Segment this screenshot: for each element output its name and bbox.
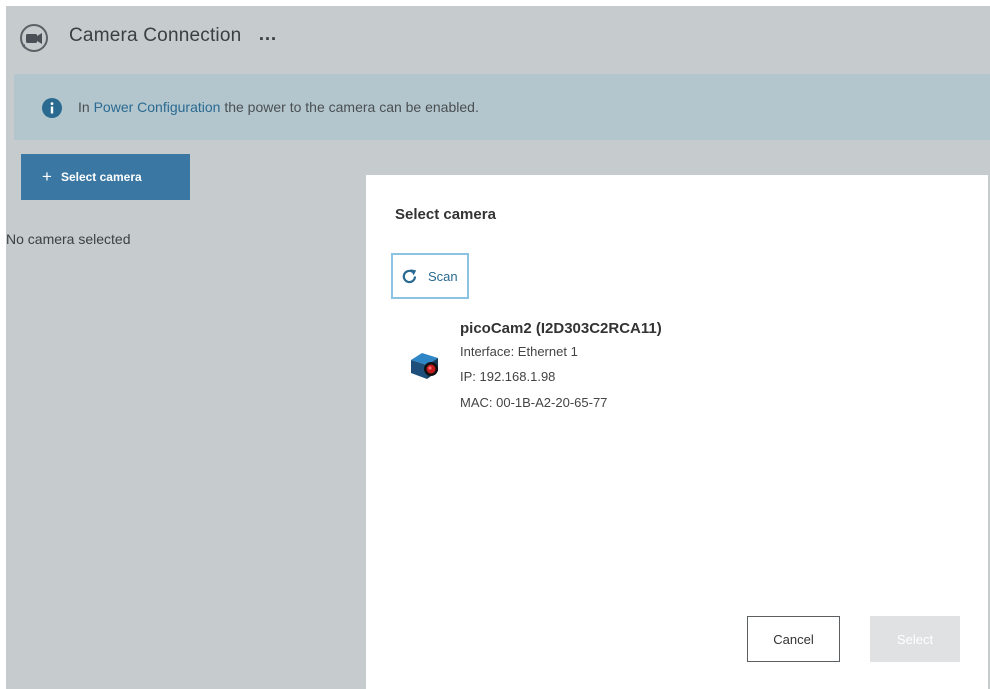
select-camera-button[interactable]: + Select camera [21,154,190,200]
camera-name: picoCam2 (I2D303C2RCA11) [460,320,662,337]
camera-list-item[interactable]: picoCam2 (I2D303C2RCA11) Interface: Ethe… [396,317,796,417]
select-camera-label: Select camera [60,170,142,184]
info-text-suffix: the power to the camera can be enabled. [220,99,479,115]
camera-interface: Interface: Ethernet 1 [460,344,578,359]
scan-button[interactable]: Scan [391,253,469,299]
cancel-button[interactable]: Cancel [747,616,840,662]
page-title: Camera Connection [69,25,242,46]
power-configuration-link[interactable]: Power Configuration [94,99,221,115]
info-message: In Power Configuration the power to the … [78,99,479,115]
select-camera-dialog: Select camera Scan picoCam2 (I2D303C2RCA… [366,175,988,689]
info-banner: In Power Configuration the power to the … [14,74,990,140]
dialog-title: Select camera [395,206,496,223]
more-options-button[interactable]: … [258,24,278,46]
camera-connection-icon [20,24,48,52]
scan-label: Scan [428,269,458,284]
camera-mac: MAC: 00-1B-A2-20-65-77 [460,395,608,410]
no-camera-status: No camera selected [6,231,131,247]
info-icon [42,98,62,118]
select-button[interactable]: Select [870,616,960,662]
refresh-icon [402,269,417,284]
info-text-prefix: In [78,99,94,115]
camera-device-icon [411,353,438,379]
plus-icon: + [42,167,52,186]
page-header: Camera Connection … [6,6,990,72]
camera-ip: IP: 192.168.1.98 [460,369,556,384]
